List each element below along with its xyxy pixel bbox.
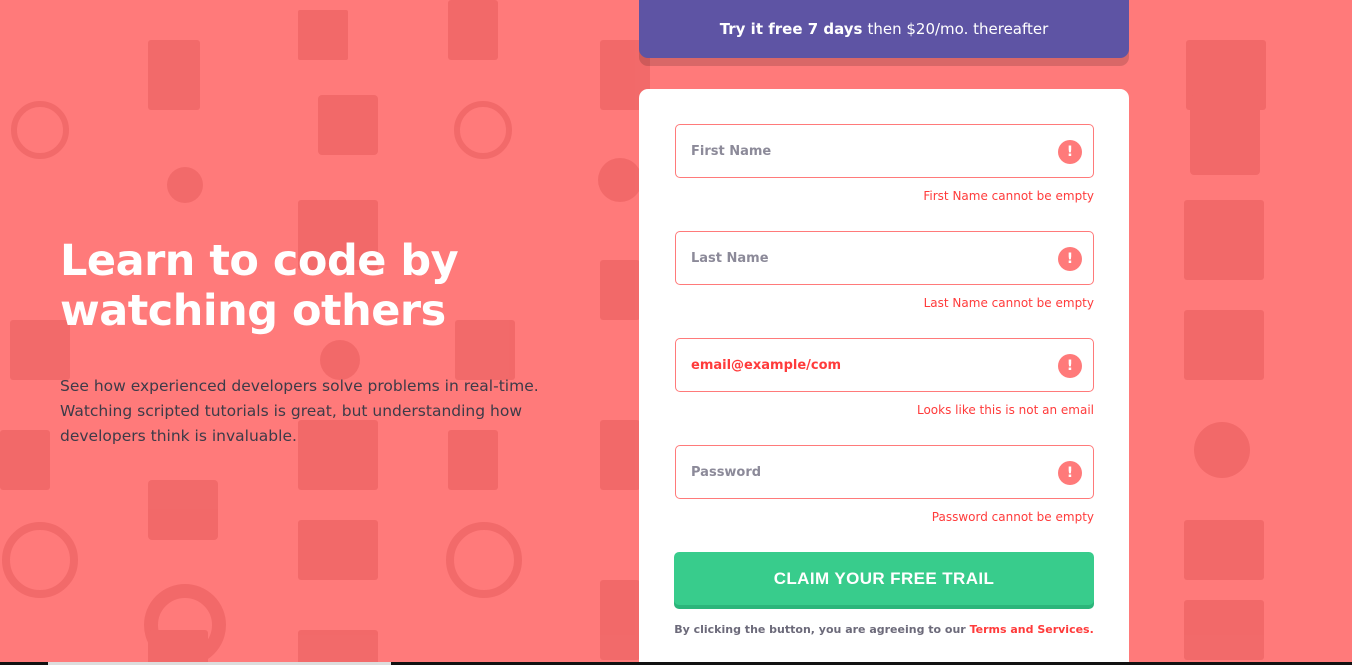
- hero-section: Learn to code by watching others See how…: [60, 236, 580, 449]
- last-name-box: !: [675, 231, 1094, 285]
- promo-rest: then $20/mo. thereafter: [867, 20, 1049, 38]
- first-name-error: First Name cannot be empty: [923, 189, 1094, 203]
- error-icon: !: [1058, 140, 1082, 164]
- password-box: !: [675, 445, 1094, 499]
- last-name-error: Last Name cannot be empty: [923, 296, 1094, 310]
- hero-title-line2: watching others: [60, 286, 446, 336]
- claim-trial-button[interactable]: CLAIM YOUR FREE TRAIL: [674, 552, 1094, 605]
- promo-bold: Try it free 7 days: [719, 20, 863, 38]
- email-box: !: [675, 338, 1094, 392]
- terms-prefix: By clicking the button, you are agreeing…: [674, 623, 966, 636]
- password-field: ! Password cannot be empty: [675, 445, 1094, 524]
- hero-title-line1: Learn to code by: [60, 236, 459, 286]
- first-name-input[interactable]: [691, 143, 1031, 159]
- error-icon: !: [1058, 354, 1082, 378]
- terms-link[interactable]: Terms and Services.: [970, 623, 1094, 636]
- email-input[interactable]: [691, 357, 1031, 373]
- promo-banner: Try it free 7 days then $20/mo. thereaft…: [639, 0, 1129, 58]
- hero-description: See how experienced developers solve pro…: [60, 377, 539, 445]
- last-name-input[interactable]: [691, 250, 1031, 266]
- signup-form: ! First Name cannot be empty ! Last Name…: [639, 89, 1129, 665]
- email-field: ! Looks like this is not an email: [675, 338, 1094, 417]
- error-icon: !: [1058, 247, 1082, 271]
- first-name-field: ! First Name cannot be empty: [675, 124, 1094, 203]
- hero-title: Learn to code by watching others: [60, 236, 580, 336]
- first-name-box: !: [675, 124, 1094, 178]
- error-icon: !: [1058, 461, 1082, 485]
- last-name-field: ! Last Name cannot be empty: [675, 231, 1094, 310]
- password-error: Password cannot be empty: [931, 510, 1094, 524]
- email-error: Looks like this is not an email: [916, 403, 1094, 417]
- terms-notice: By clicking the button, you are agreeing…: [639, 623, 1129, 636]
- password-input[interactable]: [691, 464, 1031, 480]
